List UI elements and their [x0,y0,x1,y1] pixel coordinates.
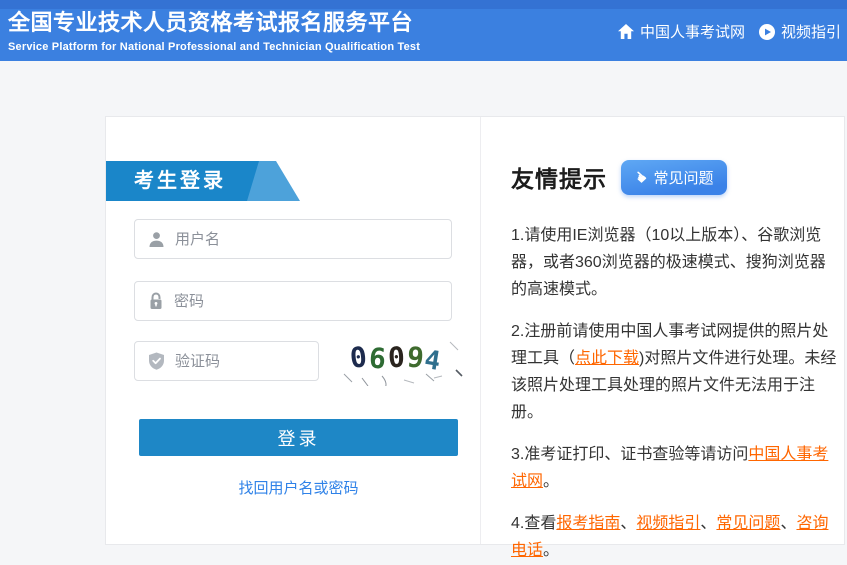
forgot-credentials-link[interactable]: 找回用户名或密码 [139,477,458,498]
user-icon [148,231,165,248]
page-subtitle: Service Platform for National Profession… [8,41,420,53]
header: 全国专业技术人员资格考试报名服务平台 Service Platform for … [0,0,847,61]
download-photo-tool-link[interactable]: 点此下载 [575,350,639,367]
captcha-input[interactable] [175,353,318,370]
tip-text: 、 [620,515,636,532]
shield-check-icon [148,352,165,370]
password-input[interactable] [174,293,451,310]
faq-link[interactable]: 常见问题 [716,515,780,532]
nav-link-label: 中国人事考试网 [640,21,745,42]
username-input[interactable] [175,231,451,248]
tip-item-3: 3.准考证打印、证书查验等请访问中国人事考试网。 [511,441,838,495]
captcha-digit: 0 [387,344,405,373]
tip-text: 、 [780,515,796,532]
faq-button-label: 常见问题 [653,167,713,188]
header-titles: 全国专业技术人员资格考试报名服务平台 Service Platform for … [8,5,420,53]
page: { "header": { "title": "全国专业技术人员资格考试报名服务… [0,0,847,565]
tip-item-1: 1.请使用IE浏览器（10以上版本）、谷歌浏览器，或者360浏览器的极速模式、搜… [511,222,838,303]
tip-text: 、 [700,515,716,532]
tips-title: 友情提示 [511,160,607,194]
tip-text: 1.请使用IE浏览器（10以上版本）、谷歌浏览器，或者360浏览器的极速模式、搜… [511,227,826,298]
lock-icon [148,292,164,310]
page-title: 全国专业技术人员资格考试报名服务平台 [8,5,420,37]
captcha-digit: 6 [368,344,387,373]
captcha-image[interactable]: 0 6 0 9 4 [338,336,468,386]
tip-item-2: 2.注册前请使用中国人事考试网提供的照片处理工具（点此下载)对照片文件进行处理。… [511,318,838,426]
username-field[interactable] [134,219,452,259]
login-banner: 考生登录 [106,161,316,201]
play-circle-icon [759,24,775,40]
captcha-digit: 0 [349,343,369,373]
password-field[interactable] [134,281,452,321]
captcha-code: 0 6 0 9 4 [350,344,441,372]
tips-panel: 友情提示 ☚ 常见问题 1.请使用IE浏览器（10以上版本）、谷歌浏览器，或者3… [481,117,845,544]
faq-button[interactable]: ☚ 常见问题 [621,160,727,195]
header-nav: 中国人事考试网 视频指引 [618,21,841,42]
nav-link-video-guide[interactable]: 视频指引 [759,21,841,42]
exam-guide-link[interactable]: 报考指南 [556,515,620,532]
captcha-field[interactable] [134,341,319,381]
login-button[interactable]: 登录 [139,419,458,456]
tip-text: 4.查看 [511,515,556,532]
video-guide-link[interactable]: 视频指引 [636,515,700,532]
nav-link-label: 视频指引 [781,21,841,42]
nav-link-cpta-site[interactable]: 中国人事考试网 [618,21,745,42]
tips-header: 友情提示 ☚ 常见问题 [511,161,835,193]
tip-text: 3.准考证打印、证书查验等请访问 [511,446,748,463]
tip-item-4: 4.查看报考指南、视频指引、常见问题、咨询电话。 [511,510,838,564]
tip-text: 。 [543,473,559,490]
captcha-digit: 9 [405,343,424,372]
pointing-hand-icon: ☚ [630,167,650,187]
main-card: 考生登录 0 6 0 [105,116,845,545]
home-icon [618,24,634,39]
tip-text: 。 [543,542,559,559]
